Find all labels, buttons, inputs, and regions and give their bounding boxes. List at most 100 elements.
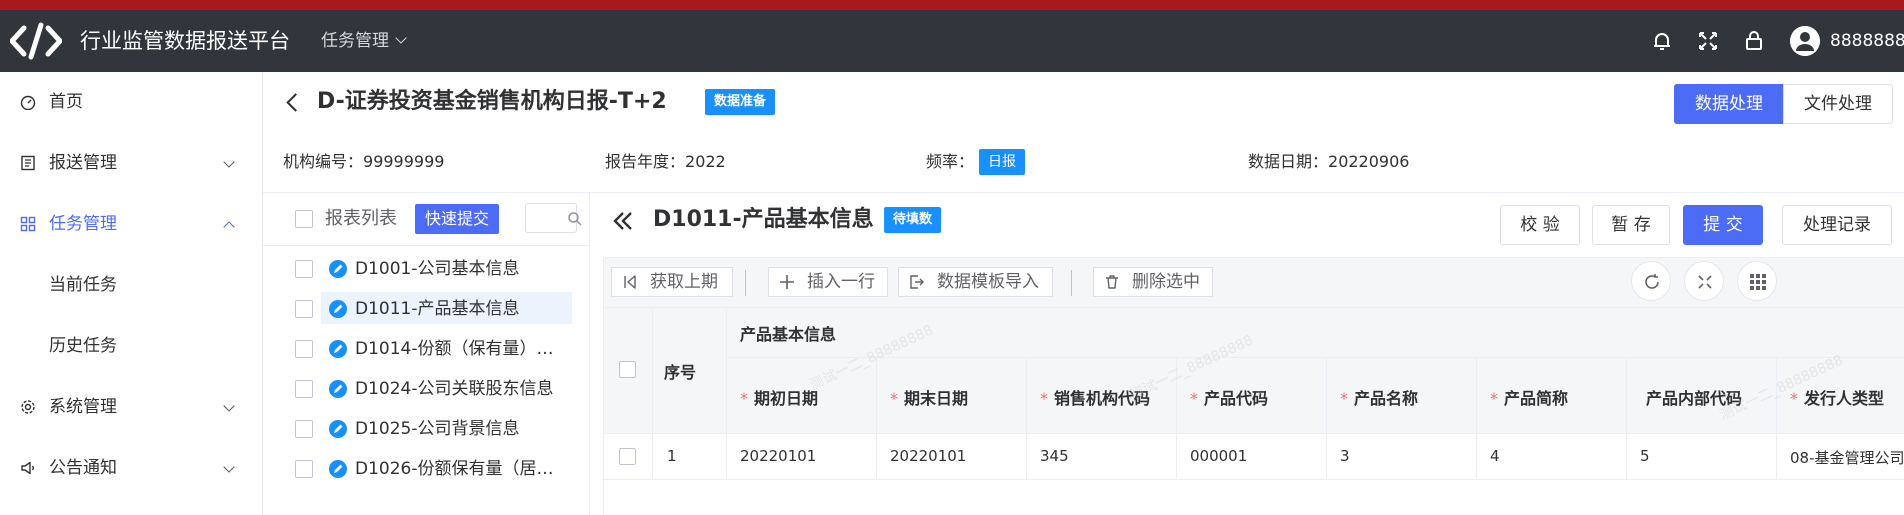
table-border [604, 479, 1904, 480]
list-item-checkbox[interactable] [295, 340, 313, 358]
column-header[interactable]: * 产品代码 [1190, 385, 1268, 409]
select-all-checkbox[interactable] [295, 210, 313, 228]
bell-icon[interactable] [1650, 29, 1674, 53]
list-item-checkbox[interactable] [295, 460, 313, 478]
list-item-label: D1014-份额（保有量）… [355, 339, 554, 359]
data-table: 序号 产品基本信息 * 期初日期 * 期末日期 * 销售机构代码 * 产品代码 * 产品名… [603, 307, 1904, 515]
required-mark: * [740, 389, 748, 408]
insert-row-button[interactable]: 插入一行 [768, 267, 888, 297]
meta-value: 99999999 [363, 152, 445, 171]
table-cell[interactable]: 20220101 [890, 447, 966, 465]
required-mark: * [1340, 389, 1348, 408]
column-header[interactable]: 产品内部代码 [1640, 385, 1742, 409]
table-border [1326, 357, 1327, 479]
meta-label: 机构编号： [283, 152, 364, 171]
top-menu-task-management[interactable]: 任务管理 [321, 10, 407, 72]
apps-grid-icon [1750, 274, 1766, 290]
list-item-checkbox[interactable] [295, 380, 313, 398]
submit-button[interactable]: 提 交 [1683, 205, 1763, 245]
edit-icon [329, 300, 347, 318]
fullscreen-icon[interactable] [1696, 29, 1720, 53]
table-select-all-checkbox[interactable] [619, 361, 636, 378]
table-cell[interactable]: 345 [1040, 447, 1069, 465]
top-brand-strip [0, 0, 1904, 10]
table-cell[interactable]: 5 [1640, 447, 1650, 465]
column-header[interactable]: * 产品名称 [1340, 385, 1418, 409]
sidebar-item-announcement[interactable]: 公告通知 [0, 438, 263, 498]
sidebar-item-history-task[interactable]: 历史任务 [0, 316, 263, 376]
delete-selected-button[interactable]: 删除选中 [1093, 267, 1213, 297]
get-previous-button[interactable]: 获取上期 [611, 267, 733, 297]
sidebar-item-home[interactable]: 首页 [0, 72, 263, 132]
main-content: D-证券投资基金销售机构日报-T+2 数据准备 数据处理 文件处理 机构编号：9… [263, 72, 1904, 515]
tab-data-processing[interactable]: 数据处理 [1674, 84, 1784, 124]
table-row-checkbox[interactable] [619, 448, 636, 465]
list-item[interactable]: D1014-份额（保有量）… [263, 329, 590, 369]
save-draft-button[interactable]: 暂 存 [1592, 205, 1670, 245]
list-item-label: D1026-份额保有量（居… [355, 459, 554, 479]
document-list-icon [21, 155, 35, 171]
lock-icon[interactable] [1742, 29, 1766, 53]
list-item[interactable]: D1025-公司背景信息 [263, 409, 590, 449]
refresh-button[interactable] [1631, 261, 1671, 301]
import-icon [910, 275, 924, 289]
app-header: 行业监管数据报送平台 任务管理 88888888 [0, 10, 1904, 72]
edit-icon [329, 340, 347, 358]
column-header[interactable]: * 期初日期 [740, 385, 818, 409]
table-border [726, 357, 1904, 358]
validate-button[interactable]: 校 验 [1500, 205, 1580, 245]
table-cell[interactable]: 3 [1340, 447, 1350, 465]
detail-title: D1011-产品基本信息 [653, 207, 874, 232]
user-name[interactable]: 88888888 [1830, 10, 1904, 72]
sidebar-item-label: 历史任务 [49, 336, 117, 356]
search-icon[interactable] [567, 211, 583, 227]
report-detail-panel: D1011-产品基本信息 待填数 校 验 暂 存 提 交 处理记录 获取上期 插… [591, 193, 1904, 515]
column-header[interactable]: * 销售机构代码 [1040, 385, 1150, 409]
table-cell[interactable]: 4 [1490, 447, 1500, 465]
double-chevron-left-icon[interactable] [611, 211, 637, 231]
chevron-up-icon [223, 221, 235, 233]
tab-file-processing[interactable]: 文件处理 [1783, 84, 1893, 124]
fullscreen-table-button[interactable] [1684, 261, 1724, 301]
edit-icon [329, 420, 347, 438]
gear-icon [21, 400, 35, 414]
table-border [1476, 357, 1477, 479]
dashboard-icon [20, 95, 36, 110]
table-cell[interactable]: 20220101 [740, 447, 816, 465]
toolbar-label: 插入一行 [807, 272, 875, 292]
template-import-button[interactable]: 数据模板导入 [898, 267, 1053, 297]
table-cell[interactable]: 08-基金管理公司 [1790, 447, 1904, 468]
history-button[interactable]: 处理记录 [1782, 205, 1892, 245]
sidebar-item-system-management[interactable]: 系统管理 [0, 377, 263, 437]
column-header[interactable]: * 产品简称 [1490, 385, 1568, 409]
list-item-checkbox[interactable] [295, 300, 313, 318]
fullscreen-icon [1698, 275, 1712, 289]
sidebar-item-current-task[interactable]: 当前任务 [0, 255, 263, 315]
table-cell[interactable]: 000001 [1190, 447, 1247, 465]
list-item-label: D1011-产品基本信息 [355, 299, 520, 319]
table-border [1026, 357, 1027, 479]
column-settings-button[interactable] [1737, 261, 1777, 301]
report-list-title: 报表列表 [325, 208, 397, 229]
list-item[interactable]: D1026-份额保有量（居… [263, 449, 590, 489]
meta-label: 报告年度： [605, 152, 686, 171]
column-header[interactable]: * 发行人类型 [1790, 385, 1884, 409]
table-cell-seq: 1 [667, 447, 677, 465]
quick-submit-button[interactable]: 快速提交 [415, 204, 500, 234]
column-header[interactable]: * 期末日期 [890, 385, 968, 409]
table-border [726, 307, 727, 479]
meta-value: 2022 [685, 152, 726, 171]
sidebar-item-report-management[interactable]: 报送管理 [0, 133, 263, 193]
required-mark: * [1190, 389, 1198, 408]
chevron-down-icon [223, 461, 235, 473]
list-item-checkbox[interactable] [295, 420, 313, 438]
table-toolbar: 获取上期 插入一行 数据模板导入 删除选中 [603, 257, 1904, 307]
back-arrow-icon[interactable] [286, 93, 305, 112]
user-avatar-icon[interactable] [1790, 26, 1820, 56]
list-item[interactable]: D1011-产品基本信息 [263, 289, 590, 329]
sidebar-item-task-management[interactable]: 任务管理 [0, 194, 263, 254]
list-item-checkbox[interactable] [295, 260, 313, 278]
list-item[interactable]: D1001-公司基本信息 [263, 249, 590, 289]
list-item[interactable]: D1024-公司关联股东信息 [263, 369, 590, 409]
divider [1071, 270, 1072, 296]
